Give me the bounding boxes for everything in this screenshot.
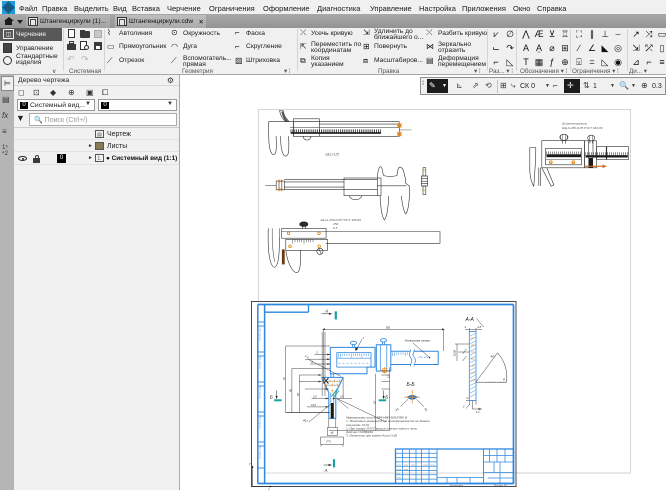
svg-text:1,2: 1,2 bbox=[476, 410, 480, 414]
svg-text:Копировал: Копировал bbox=[450, 483, 463, 487]
svg-text:А: А bbox=[324, 468, 328, 473]
svg-text:Инв.No подл.: Инв.No подл. bbox=[260, 385, 262, 399]
svg-text:Б: Б bbox=[385, 395, 388, 400]
svg-text:40,s: 40,s bbox=[303, 419, 309, 423]
svg-text:300: 300 bbox=[386, 325, 391, 329]
svg-text:ШЦ-1-250-0,05 ГОСТ 166-89: ШЦ-1-250-0,05 ГОСТ 166-89 bbox=[321, 218, 362, 222]
svg-text:2,5: 2,5 bbox=[312, 395, 317, 399]
svg-text:10,6: 10,6 bbox=[311, 403, 317, 407]
svg-text:А: А bbox=[324, 309, 328, 314]
svg-text:(***): (***) bbox=[326, 440, 331, 444]
svg-text:0,5: 0,5 bbox=[333, 226, 338, 230]
svg-text:ШЦ-I-125: ШЦ-I-125 bbox=[326, 153, 340, 157]
svg-text:А-А: А-А bbox=[465, 317, 475, 323]
svg-text:Инв.No подл.: Инв.No подл. bbox=[260, 355, 262, 369]
svg-text:y: y bbox=[249, 462, 251, 466]
svg-text:12,06: 12,06 bbox=[452, 349, 456, 356]
svg-text:2,8: 2,8 bbox=[477, 325, 482, 329]
svg-text:Б: Б bbox=[270, 395, 273, 400]
svg-text:2,5: 2,5 bbox=[339, 395, 344, 399]
svg-text:Инв.No подл.: Инв.No подл. bbox=[260, 327, 262, 341]
svg-text:Инв.No подл.: Инв.No подл. bbox=[260, 415, 262, 429]
svg-text:Б-Б: Б-Б bbox=[407, 382, 416, 388]
svg-text:R: R bbox=[503, 378, 505, 382]
svg-text:ШЦ-II-250-0,05 ГОСТ 166-89: ШЦ-II-250-0,05 ГОСТ 166-89 bbox=[562, 126, 603, 130]
svg-text:Нониусная шкала: Нониусная шкала bbox=[405, 339, 430, 343]
svg-text:Инв.No подл.: Инв.No подл. bbox=[260, 445, 262, 459]
svg-text:25: 25 bbox=[296, 393, 300, 397]
svg-text:Формат A3: Формат A3 bbox=[494, 483, 508, 487]
